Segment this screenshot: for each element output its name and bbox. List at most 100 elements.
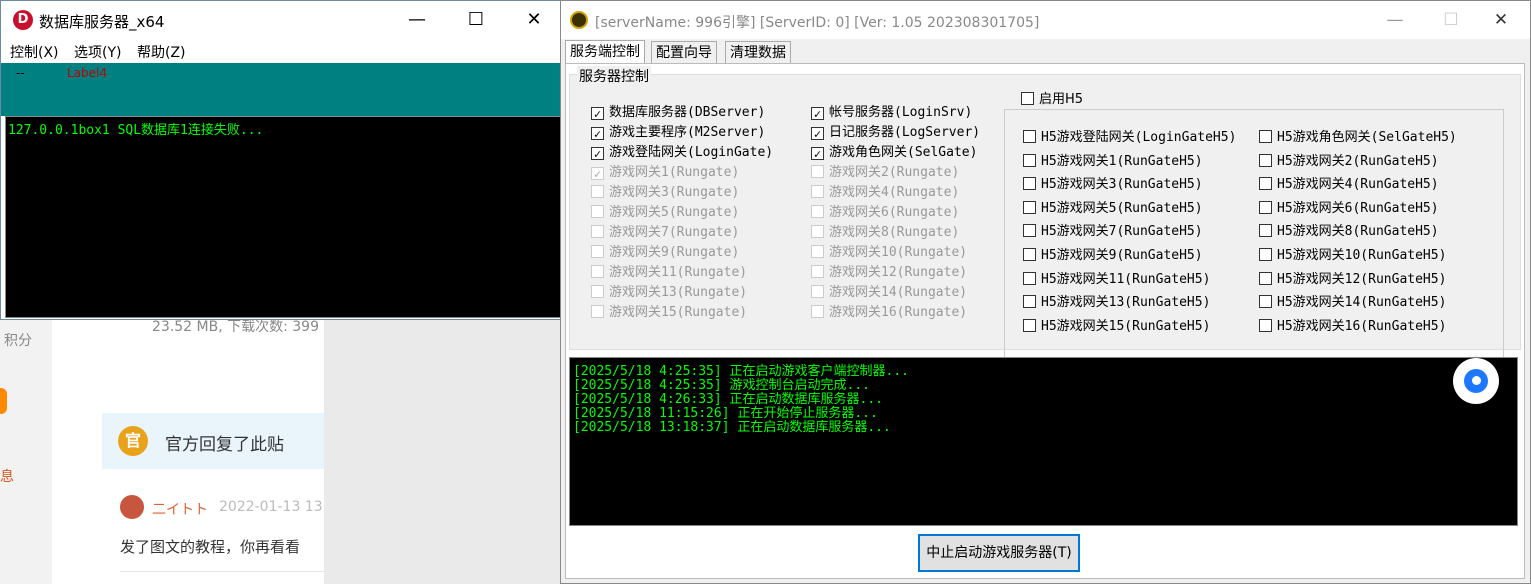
h5-col2-checkbox-3[interactable]: H5游戏网关6(RunGateH5) [1259,200,1439,218]
menu-control[interactable]: 控制(X) [10,42,59,62]
user-avatar[interactable] [120,495,144,519]
h5-col2-checkbox-7[interactable]: H5游戏网关14(RunGateH5) [1259,294,1446,312]
server-col1-checkbox-10: 游戏网关15(Rungate) [591,304,747,322]
tab-clean-data[interactable]: 清理数据 [725,41,791,64]
tab-config-wizard[interactable]: 配置向导 [651,41,717,64]
h5-col1-checkbox-label: H5游戏网关3(RunGateH5) [1041,177,1203,193]
checkbox-box [1259,153,1272,167]
checkbox-box [1259,295,1272,309]
tab-server-control[interactable]: 服务端控制 [565,40,645,65]
close-button[interactable]: ✕ [1473,1,1529,39]
orange-tab[interactable] [0,388,7,414]
server-col1-checkbox-7: 游戏网关9(Rungate) [591,244,739,262]
h5-col1-checkbox-8[interactable]: H5游戏网关15(RunGateH5) [1023,318,1210,336]
server-col1-checkbox-0[interactable]: ✓ 数据库服务器(DBServer) [591,104,765,122]
h5-col2-checkbox-label: H5游戏角色网关(SelGateH5) [1277,130,1457,145]
h5-col1-checkbox-1[interactable]: H5游戏网关1(RunGateH5) [1023,153,1203,171]
checkbox-box [811,285,824,298]
checkbox-box [591,205,604,218]
menu-help[interactable]: 帮助(Z) [137,42,186,62]
checkbox-box [811,245,824,258]
server-col2-checkbox-0[interactable]: ✓ 帐号服务器(LoginSrv) [811,104,972,122]
checkbox-box [1023,153,1036,167]
h5-col1-checkbox-2[interactable]: H5游戏网关3(RunGateH5) [1023,176,1203,194]
checkbox-box [1259,271,1272,285]
h5-col1-checkbox-7[interactable]: H5游戏网关13(RunGateH5) [1023,294,1210,312]
checkbox-box [1023,200,1036,214]
server-log-console[interactable]: [2025/5/18 4:25:35] 正在启动游戏客户端控制器... [2025… [569,357,1518,526]
h5-col1-checkbox-6[interactable]: H5游戏网关11(RunGateH5) [1023,271,1210,289]
h5-col2-checkbox-0[interactable]: H5游戏角色网关(SelGateH5) [1259,129,1457,147]
server-col1-checkbox-label: 数据库服务器(DBServer) [609,105,766,120]
h5-col2-checkbox-1[interactable]: H5游戏网关2(RunGateH5) [1259,153,1439,171]
db-console[interactable]: 127.0.0.1box1 SQL数据库1连接失败... [5,116,563,318]
checkbox-box [811,305,824,318]
divider [120,571,324,572]
server-col1-checkbox-8: 游戏网关11(Rungate) [591,264,747,282]
server-col1-checkbox-3: ✓ 游戏网关1(Rungate) [591,164,739,182]
minimize-button[interactable]: — [1367,1,1423,39]
h5-col2-checkbox-2[interactable]: H5游戏网关4(RunGateH5) [1259,176,1439,194]
status-dash: -- [16,66,25,80]
server-control-panel: 服务器控制 启用H5 H5游戏登陆网关(LoginGateH5) H5游戏网关1(… [565,63,1525,579]
server-col2-checkbox-label: 帐号服务器(LoginSrv) [829,105,973,120]
post-text: 发了图文的教程，你再看看 [120,538,301,556]
server-col2-checkbox-4: 游戏网关4(Rungate) [811,184,959,202]
close-button[interactable]: ✕ [505,1,563,39]
h5-col1-checkbox-label: H5游戏登陆网关(LoginGateH5) [1041,130,1237,145]
h5-col2-checkbox-6[interactable]: H5游戏网关12(RunGateH5) [1259,271,1446,289]
stop-game-server-button[interactable]: 中止启动游戏服务器(T) [918,534,1080,572]
server-col2-checkbox-10: 游戏网关16(Rungate) [811,304,967,322]
minimize-button[interactable]: — [388,1,446,39]
server-col2-checkbox-label: 游戏网关12(Rungate) [829,265,968,280]
db-server-window: D 数据库服务器_x64 — ☐ ✕ 控制(X) 选项(Y) 帮助(Z) -- … [0,0,564,320]
h5-col1-checkbox-0[interactable]: H5游戏登陆网关(LoginGateH5) [1023,129,1236,147]
floating-assistant-button[interactable] [1453,358,1499,404]
checkbox-box [1023,271,1036,285]
h5-col1-checkbox-4[interactable]: H5游戏网关7(RunGateH5) [1023,223,1203,241]
game-window-titlebar[interactable]: [serverName: 996引擎] [ServerID: 0] [Ver: … [561,1,1530,39]
h5-col1-checkbox-3[interactable]: H5游戏网关5(RunGateH5) [1023,200,1203,218]
server-col1-checkbox-2[interactable]: ✓ 游戏登陆网关(LoginGate) [591,144,773,162]
log-line: [2025/5/18 13:18:37] 正在启动数据库服务器... [573,420,891,435]
server-col1-checkbox-label: 游戏网关15(Rungate) [609,305,748,320]
server-col2-checkbox-8: 游戏网关12(Rungate) [811,264,967,282]
checkbox-box [591,245,604,258]
db-menubar: 控制(X) 选项(Y) 帮助(Z) [1,39,563,63]
server-col2-checkbox-label: 游戏网关2(Rungate) [829,165,960,180]
game-window-title: [serverName: 996引擎] [ServerID: 0] [Ver: … [595,15,1040,31]
h5-col1-checkbox-label: H5游戏网关11(RunGateH5) [1041,271,1211,287]
server-col2-checkbox-label: 游戏网关8(Rungate) [829,225,960,240]
h5-col2-checkbox-label: H5游戏网关14(RunGateH5) [1277,295,1447,311]
checkbox-box [1023,248,1036,261]
maximize-button[interactable]: ☐ [1423,1,1479,39]
checkbox-box [1023,224,1036,238]
h5-col1-checkbox-label: H5游戏网关1(RunGateH5) [1041,153,1203,169]
server-col2-checkbox-label: 游戏角色网关(SelGate) [829,145,978,160]
h5-col1-checkbox-label: H5游戏网关15(RunGateH5) [1041,318,1211,334]
assistant-icon-dot [1472,376,1481,385]
h5-col2-checkbox-4[interactable]: H5游戏网关8(RunGateH5) [1259,223,1439,241]
username-link[interactable]: 二イトト [152,499,208,519]
menu-options[interactable]: 选项(Y) [74,42,121,62]
h5-col2-checkbox-5[interactable]: H5游戏网关10(RunGateH5) [1259,247,1446,265]
server-col2-checkbox-1[interactable]: ✓ 日记服务器(LogServer) [811,124,980,142]
checkbox-box: ✓ [811,147,824,160]
server-col2-checkbox-2[interactable]: ✓ 游戏角色网关(SelGate) [811,144,977,162]
checkbox-box [1023,295,1036,309]
checkbox-box [1021,92,1034,105]
db-window-titlebar[interactable]: D 数据库服务器_x64 — ☐ ✕ [1,1,563,39]
enable-h5-checkbox[interactable]: 启用H5 [1021,91,1083,109]
server-col2-checkbox-3: 游戏网关2(Rungate) [811,164,959,182]
enable-h5-label: 启用H5 [1039,92,1084,107]
message-link[interactable]: 息 [0,466,14,486]
checkbox-box [1259,130,1272,143]
server-col2-checkbox-9: 游戏网关14(Rungate) [811,284,967,302]
server-col1-checkbox-label: 游戏网关11(Rungate) [609,265,748,280]
maximize-button[interactable]: ☐ [447,1,505,39]
post-date: 2022-01-13 13 [219,499,323,515]
h5-col2-checkbox-8[interactable]: H5游戏网关16(RunGateH5) [1259,318,1446,336]
server-col1-checkbox-1[interactable]: ✓ 游戏主要程序(M2Server) [591,124,765,142]
engine-logo-icon [570,11,588,29]
h5-col1-checkbox-5[interactable]: H5游戏网关9(RunGateH5) [1023,247,1203,265]
